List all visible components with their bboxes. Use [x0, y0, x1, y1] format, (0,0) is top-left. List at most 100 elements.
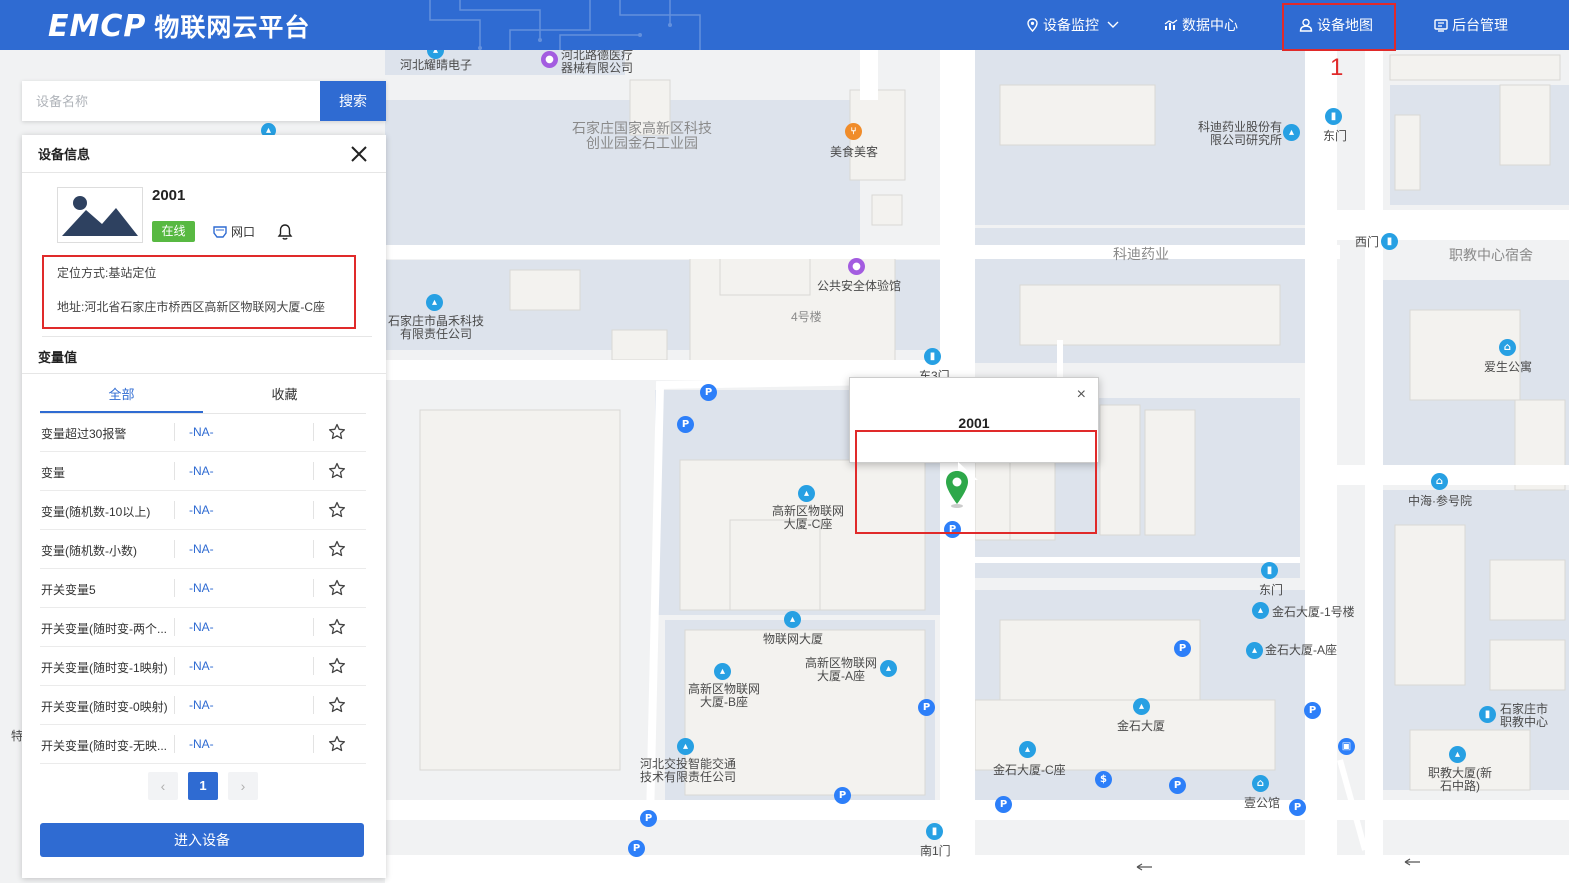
- variable-row[interactable]: 开关变量(随时变-两个... -NA-: [40, 608, 366, 647]
- star-icon[interactable]: [328, 579, 346, 600]
- next-page-button[interactable]: ›: [228, 772, 258, 800]
- parking-pin-icon[interactable]: P: [677, 416, 694, 433]
- star-icon[interactable]: [328, 696, 346, 717]
- map-label[interactable]: 高新区物联网大厦-A座: [804, 657, 878, 683]
- map-label[interactable]: 金石大厦-C座: [993, 764, 1066, 777]
- nav-device-monitor[interactable]: 设备监控: [1026, 0, 1123, 50]
- gate-pin-icon[interactable]: ▮: [924, 348, 941, 365]
- map-label[interactable]: 中海·参号院: [1408, 495, 1472, 508]
- map-label[interactable]: 爱生公寓: [1484, 361, 1532, 374]
- gate-pin-icon[interactable]: ▮: [1261, 562, 1278, 579]
- poi-pin-icon[interactable]: ▴: [1283, 124, 1300, 141]
- device-name-search-input[interactable]: [22, 81, 320, 121]
- map-label[interactable]: 河北交投智能交通技术有限责任公司: [638, 758, 738, 784]
- poi-pin-icon[interactable]: ▴: [1133, 698, 1150, 715]
- map-label[interactable]: 高新区物联网大厦-B座: [687, 683, 761, 709]
- parking-pin-icon[interactable]: P: [1174, 640, 1191, 657]
- parking-pin-icon[interactable]: P: [944, 521, 961, 538]
- variable-row[interactable]: 开关变量(随时变-0映射) -NA-: [40, 686, 366, 725]
- variable-row[interactable]: 变量(随机数-10以上) -NA-: [40, 491, 366, 530]
- variable-row[interactable]: 开关变量(随时变-无映... -NA-: [40, 725, 366, 764]
- star-icon[interactable]: [328, 540, 346, 561]
- gate-pin-icon[interactable]: ▮: [926, 823, 943, 840]
- variable-row[interactable]: 开关变量(随时变-1映射) -NA-: [40, 647, 366, 686]
- map-label[interactable]: 金石大厦: [1117, 720, 1165, 733]
- map-label[interactable]: 美食美客: [830, 146, 878, 159]
- map-label[interactable]: 石家庄市晶禾科技有限责任公司: [386, 315, 486, 341]
- star-icon[interactable]: [328, 462, 346, 483]
- gate-pin-icon[interactable]: ▮: [1479, 706, 1496, 723]
- variable-row[interactable]: 变量(随机数-小数) -NA-: [40, 530, 366, 569]
- divider: [22, 373, 386, 374]
- poi-pin-icon[interactable]: ▴: [677, 738, 694, 755]
- parking-pin-icon[interactable]: P: [640, 810, 657, 827]
- poi-pin-icon[interactable]: ⌂: [1499, 339, 1516, 356]
- poi-pin-icon[interactable]: ▴: [1019, 741, 1036, 758]
- poi-pin-icon[interactable]: ⌂: [1431, 473, 1448, 490]
- poi-pin-icon[interactable]: ⌂: [1252, 775, 1269, 792]
- gate-pin-icon[interactable]: ▮: [1325, 108, 1342, 125]
- poi-pin-icon[interactable]: ▴: [784, 611, 801, 628]
- atm-pin-icon[interactable]: $: [1095, 771, 1112, 788]
- poi-pin-icon[interactable]: ▴: [1246, 642, 1263, 659]
- parking-pin-icon[interactable]: P: [1289, 799, 1306, 816]
- bell-icon[interactable]: [276, 223, 294, 244]
- nav-data-center[interactable]: 数据中心: [1164, 0, 1238, 50]
- poi-pin-icon[interactable]: ●: [848, 258, 865, 275]
- bus-stop-icon[interactable]: ▣: [1338, 738, 1355, 755]
- device-marker-icon[interactable]: [944, 470, 970, 511]
- map-label[interactable]: 南1门: [920, 845, 951, 858]
- variable-row[interactable]: 变量超过30报警 -NA-: [40, 413, 366, 452]
- gate-pin-icon[interactable]: ▮: [1381, 233, 1398, 250]
- poi-pin-icon[interactable]: ▴: [714, 663, 731, 680]
- star-icon[interactable]: [328, 618, 346, 639]
- map-label[interactable]: 科迪药业股份有限公司研究所: [1192, 121, 1282, 147]
- poi-pin-icon[interactable]: ▴: [798, 485, 815, 502]
- map-label[interactable]: 石家庄市职教中心: [1498, 703, 1550, 729]
- map-label[interactable]: 河北路德医疗器械有限公司: [561, 50, 635, 75]
- divider: [174, 462, 175, 480]
- enter-device-button[interactable]: 进入设备: [40, 823, 364, 857]
- parking-pin-icon[interactable]: P: [995, 796, 1012, 813]
- poi-pin-icon[interactable]: ▴: [1449, 746, 1466, 763]
- poi-pin-icon[interactable]: ▴: [1252, 602, 1269, 619]
- nav-device-map[interactable]: 设备地图: [1299, 0, 1373, 50]
- map-label[interactable]: 职教大厦(新石中路): [1428, 767, 1492, 793]
- variable-row[interactable]: 变量 -NA-: [40, 452, 366, 491]
- map-label[interactable]: 金石大厦-1号楼: [1272, 606, 1355, 619]
- parking-pin-icon[interactable]: P: [628, 840, 645, 857]
- prev-page-button[interactable]: ‹: [148, 772, 178, 800]
- map-label[interactable]: 壹公馆: [1244, 797, 1280, 810]
- poi-pin-icon[interactable]: ▴: [880, 660, 897, 677]
- map-label[interactable]: 物联网大厦: [763, 633, 823, 646]
- map-label[interactable]: 东门: [1323, 130, 1347, 143]
- restaurant-pin-icon[interactable]: ⑂: [845, 123, 862, 140]
- tab-all[interactable]: 全部: [40, 382, 203, 413]
- star-icon[interactable]: [328, 423, 346, 444]
- star-icon[interactable]: [328, 657, 346, 678]
- close-icon[interactable]: [348, 143, 370, 165]
- nav-admin[interactable]: 后台管理: [1434, 0, 1508, 50]
- map-label[interactable]: 西门: [1355, 236, 1379, 249]
- map-label[interactable]: 东门: [1259, 584, 1283, 597]
- popup-close-icon[interactable]: ×: [1077, 386, 1086, 404]
- parking-pin-icon[interactable]: P: [1304, 702, 1321, 719]
- poi-pin-icon[interactable]: ▴: [426, 294, 443, 311]
- parking-pin-icon[interactable]: P: [700, 384, 717, 401]
- poi-pin-icon[interactable]: ●: [541, 51, 558, 68]
- map-label[interactable]: 高新区物联网大厦-C座: [772, 505, 844, 531]
- variable-row[interactable]: 开关变量5 -NA-: [40, 569, 366, 608]
- map-label[interactable]: 金石大厦-A座: [1265, 644, 1337, 657]
- map-label[interactable]: 河北耀晴电子: [400, 59, 472, 72]
- logo[interactable]: EMCP 物联网云平台: [48, 9, 310, 44]
- network-port-indicator: 网口: [212, 223, 255, 240]
- search-button[interactable]: 搜索: [320, 81, 386, 121]
- map-label[interactable]: 公共安全体验馆: [817, 280, 901, 293]
- parking-pin-icon[interactable]: P: [1169, 777, 1186, 794]
- star-icon[interactable]: [328, 501, 346, 522]
- current-page-button[interactable]: 1: [188, 772, 218, 800]
- parking-pin-icon[interactable]: P: [918, 699, 935, 716]
- star-icon[interactable]: [328, 735, 346, 756]
- parking-pin-icon[interactable]: P: [834, 787, 851, 804]
- tab-favorites[interactable]: 收藏: [203, 382, 366, 413]
